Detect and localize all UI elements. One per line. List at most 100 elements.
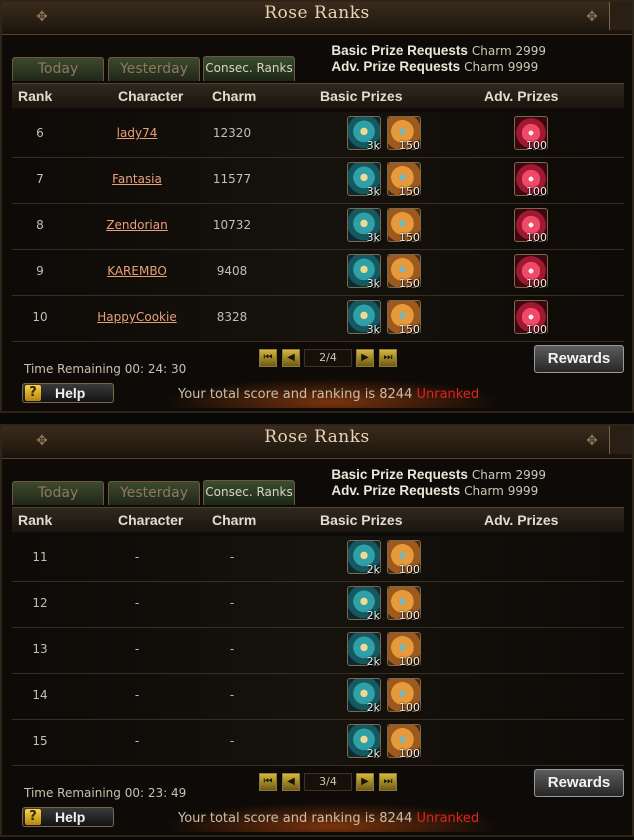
gem-icon[interactable]: 100 — [514, 116, 548, 152]
scroll-icon[interactable]: 100 — [387, 678, 421, 714]
basic-prize-value: Charm 2999 — [471, 468, 546, 482]
gem-icon[interactable]: 100 — [514, 254, 548, 290]
basic-prize-value: Charm 2999 — [471, 44, 546, 58]
rank-cell: 11 — [32, 550, 48, 564]
prize-requirements: Basic Prize Requests Charm 2999 Adv. Priz… — [331, 466, 546, 498]
tab-consec-ranks[interactable]: Consec. Ranks — [203, 480, 295, 505]
prize-qty: 100 — [526, 231, 547, 244]
chest-icon[interactable]: 2k — [347, 678, 381, 714]
rank-cell: 15 — [32, 734, 48, 748]
rank-cell: 13 — [32, 642, 48, 656]
charm-cell: 10732 — [212, 218, 252, 232]
table-row: 8 Zendorian 10732 3k 150 100 — [12, 204, 624, 250]
question-icon: ? — [25, 809, 41, 825]
prize-qty: 100 — [399, 747, 420, 760]
character-link[interactable]: lady74 — [82, 126, 192, 140]
table-row: 11 - - 2k 100 — [12, 536, 624, 582]
tab-today[interactable]: Today — [12, 57, 104, 81]
charm-cell: - — [229, 734, 235, 748]
tab-consec-ranks[interactable]: Consec. Ranks — [203, 56, 295, 81]
chest-icon[interactable]: 2k — [347, 632, 381, 668]
col-charm: Charm — [212, 512, 257, 528]
prize-qty: 2k — [366, 747, 380, 760]
prev-page-button[interactable]: ◀ — [282, 349, 300, 367]
right-ornament-icon: ✥ — [586, 433, 598, 449]
page-indicator: 3/4 — [304, 773, 352, 791]
scroll-icon[interactable]: 100 — [387, 632, 421, 668]
scroll-icon[interactable]: 100 — [387, 724, 421, 760]
prev-page-button[interactable]: ◀ — [282, 773, 300, 791]
prize-qty: 150 — [399, 139, 420, 152]
charm-cell: 9408 — [216, 264, 248, 278]
prize-qty: 100 — [526, 139, 547, 152]
rank-cell: 10 — [32, 310, 48, 324]
rank-cell: 14 — [32, 688, 48, 702]
score-value: 8244 — [379, 387, 413, 402]
time-remaining: Time Remaining 00: 24: 30 — [24, 362, 187, 376]
chest-icon[interactable]: 2k — [347, 724, 381, 760]
col-charm: Charm — [212, 88, 257, 104]
scroll-icon[interactable]: 150 — [387, 116, 421, 152]
next-page-button[interactable]: ▶ — [356, 773, 374, 791]
rewards-button[interactable]: Rewards — [534, 345, 624, 373]
scroll-icon[interactable]: 100 — [387, 586, 421, 622]
table-row: 15 - - 2k 100 — [12, 720, 624, 766]
gem-icon[interactable]: 100 — [514, 208, 548, 244]
character-cell: - — [134, 642, 140, 656]
col-rank: Rank — [18, 512, 53, 528]
first-page-button[interactable]: ⏮ — [259, 773, 277, 791]
prize-qty: 100 — [526, 185, 547, 198]
table-row: 12 - - 2k 100 — [12, 582, 624, 628]
prize-qty: 150 — [399, 185, 420, 198]
help-button[interactable]: ? Help — [22, 383, 114, 403]
chest-icon[interactable]: 2k — [347, 586, 381, 622]
charm-cell: - — [229, 642, 235, 656]
character-link[interactable]: Fantasia — [82, 172, 192, 186]
chest-icon[interactable]: 2k — [347, 540, 381, 576]
tab-yesterday[interactable]: Yesterday — [108, 57, 200, 81]
gem-icon[interactable]: 100 — [514, 162, 548, 198]
charm-cell: 12320 — [212, 126, 252, 140]
last-page-button[interactable]: ⏭ — [379, 773, 397, 791]
scroll-icon[interactable]: 150 — [387, 254, 421, 290]
prize-qty: 3k — [366, 139, 380, 152]
rewards-button[interactable]: Rewards — [534, 769, 624, 797]
adv-prize-label: Adv. Prize Requests — [331, 59, 461, 74]
first-page-button[interactable]: ⏮ — [259, 349, 277, 367]
character-link[interactable]: Zendorian — [82, 218, 192, 232]
ranking-status: Unranked — [416, 387, 480, 402]
charm-cell: - — [229, 550, 235, 564]
prize-qty: 100 — [526, 323, 547, 336]
table-row: 10 HappyCookie 8328 3k 150 100 — [12, 296, 624, 342]
col-adv-prizes: Adv. Prizes — [484, 512, 559, 528]
close-button[interactable] — [609, 426, 632, 454]
scroll-icon[interactable]: 150 — [387, 300, 421, 336]
gem-icon[interactable]: 100 — [514, 300, 548, 336]
right-ornament-icon: ✥ — [586, 9, 598, 25]
chest-icon[interactable]: 3k — [347, 208, 381, 244]
scroll-icon[interactable]: 100 — [387, 540, 421, 576]
tab-today[interactable]: Today — [12, 481, 104, 505]
character-link[interactable]: KAREMBO — [82, 264, 192, 278]
col-character: Character — [118, 88, 184, 104]
last-page-button[interactable]: ⏭ — [379, 349, 397, 367]
col-adv-prizes: Adv. Prizes — [484, 88, 559, 104]
chest-icon[interactable]: 3k — [347, 254, 381, 290]
adv-prize-label: Adv. Prize Requests — [331, 483, 461, 498]
scroll-icon[interactable]: 150 — [387, 162, 421, 198]
prize-qty: 2k — [366, 563, 380, 576]
chest-icon[interactable]: 3k — [347, 162, 381, 198]
charm-cell: 8328 — [216, 310, 248, 324]
help-button[interactable]: ? Help — [22, 807, 114, 827]
prize-qty: 100 — [399, 609, 420, 622]
rank-cell: 12 — [32, 596, 48, 610]
character-link[interactable]: HappyCookie — [82, 310, 192, 324]
scroll-icon[interactable]: 150 — [387, 208, 421, 244]
chest-icon[interactable]: 3k — [347, 300, 381, 336]
next-page-button[interactable]: ▶ — [356, 349, 374, 367]
prize-qty: 3k — [366, 185, 380, 198]
tab-yesterday[interactable]: Yesterday — [108, 481, 200, 505]
close-button[interactable] — [609, 2, 632, 30]
chest-icon[interactable]: 3k — [347, 116, 381, 152]
rose-ranks-panel-1: ✥ Rose Ranks ✥ Today Yesterday Consec. R… — [0, 0, 634, 413]
